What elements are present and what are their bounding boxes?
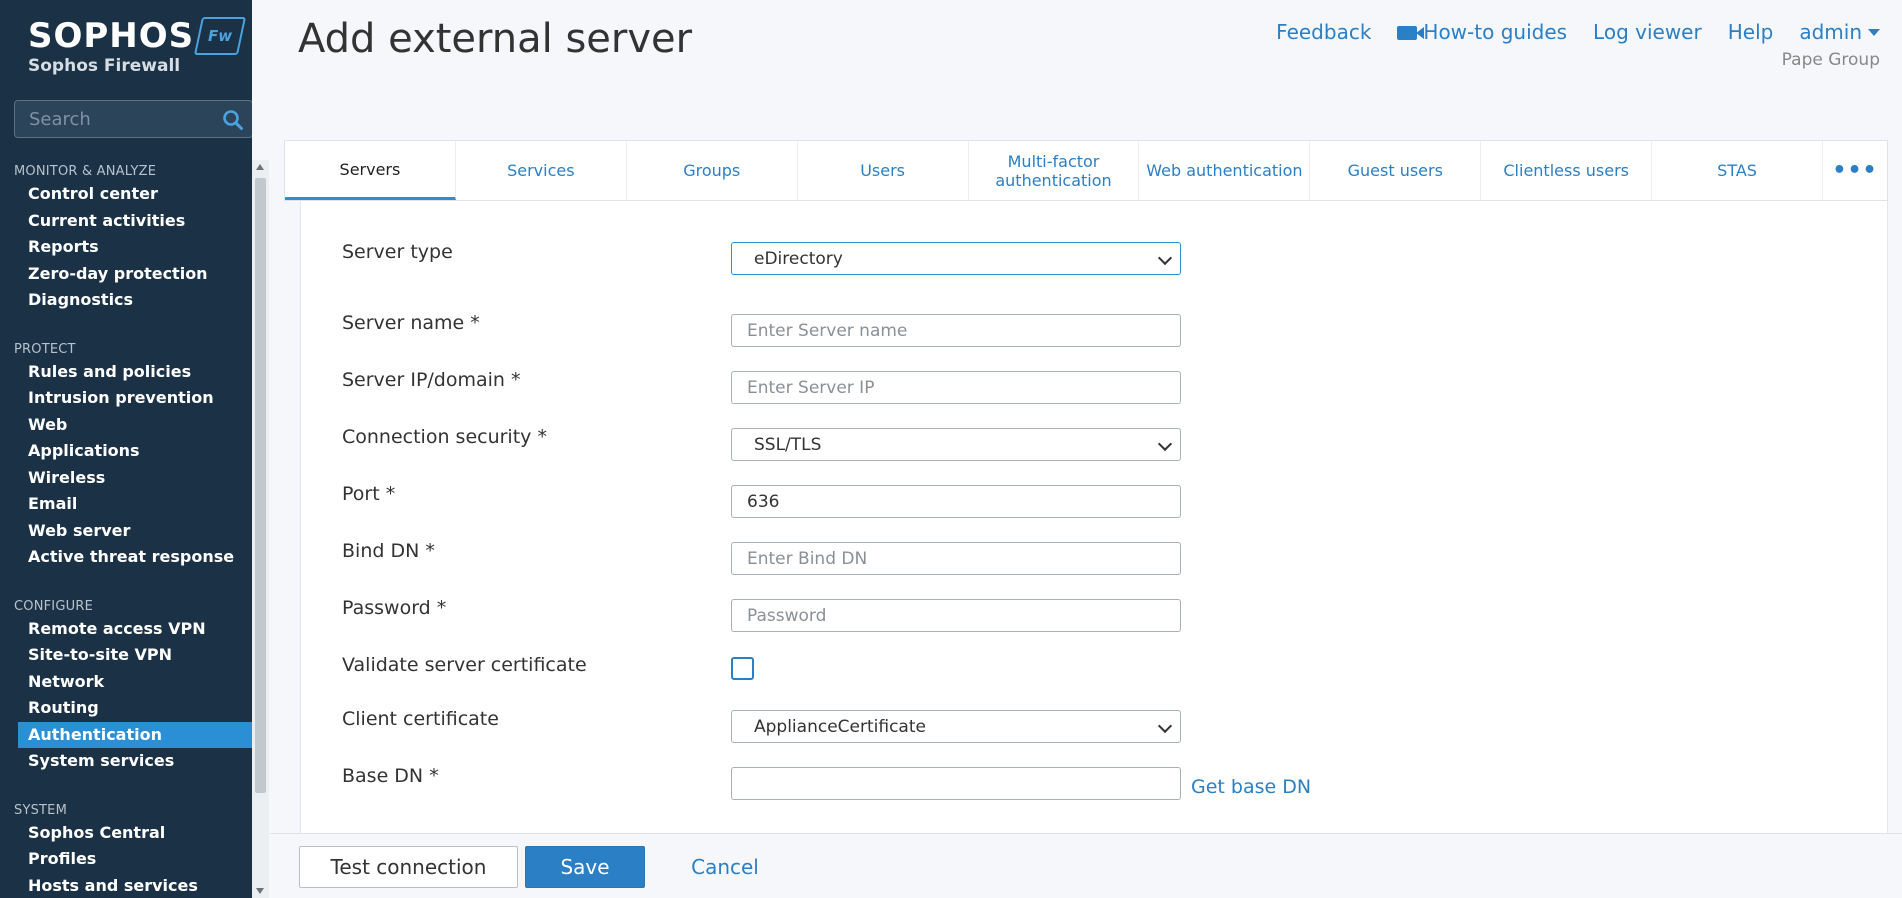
nav-item-email[interactable]: Email [0, 491, 252, 518]
nav-item-site-to-site-vpn[interactable]: Site-to-site VPN [0, 642, 252, 669]
base-dn-input[interactable] [731, 767, 1181, 800]
chevron-down-icon [1157, 718, 1173, 734]
client-cert-select[interactable]: ApplianceCertificate [731, 710, 1181, 743]
howto-guides-link[interactable]: How-to guides [1397, 20, 1567, 44]
nav-item-system-services[interactable]: System services [0, 748, 252, 775]
test-connection-button[interactable]: Test connection [299, 846, 518, 888]
tab-services[interactable]: Services [456, 141, 627, 200]
top-links: Feedback How-to guides Log viewer Help a… [1276, 20, 1880, 44]
feedback-link[interactable]: Feedback [1276, 20, 1371, 44]
client-cert-label: Client certificate [342, 708, 499, 730]
server-type-label: Server type [342, 241, 453, 263]
more-tabs-icon[interactable]: ••• [1823, 141, 1887, 200]
tab-multi-factor-authentication[interactable]: Multi-factor authentication [969, 141, 1140, 200]
port-input[interactable] [731, 485, 1181, 518]
tab-guest-users[interactable]: Guest users [1310, 141, 1482, 200]
nav-item-diagnostics[interactable]: Diagnostics [0, 287, 252, 314]
nav-item-rules-and-policies[interactable]: Rules and policies [0, 359, 252, 386]
base-dn-label: Base DN * [342, 765, 439, 787]
server-name-label: Server name * [342, 312, 480, 334]
tab-clientless-users[interactable]: Clientless users [1481, 141, 1653, 200]
form-footer: Test connection Save Cancel [270, 833, 1902, 898]
nav-section-title: PROTECT [14, 341, 76, 357]
scroll-up-arrow-icon[interactable] [256, 164, 264, 170]
server-ip-label: Server IP/domain * [342, 369, 521, 391]
connection-security-label: Connection security * [342, 426, 547, 448]
nav-section-title: MONITOR & ANALYZE [14, 164, 157, 179]
bind-dn-label: Bind DN * [342, 540, 435, 562]
user-name: admin [1799, 20, 1862, 44]
nav-section-title: SYSTEM [14, 802, 68, 818]
validate-cert-label: Validate server certificate [342, 654, 587, 676]
nav-item-remote-access-vpn[interactable]: Remote access VPN [0, 616, 252, 643]
howto-guides-label: How-to guides [1423, 20, 1568, 44]
connection-security-value: SSL/TLS [754, 434, 822, 455]
nav-section-title: CONFIGURE [14, 598, 93, 614]
nav-item-network[interactable]: Network [0, 669, 252, 696]
nav-item-zero-day-protection[interactable]: Zero-day protection [0, 261, 252, 288]
video-camera-icon [1397, 26, 1425, 40]
nav-item-hosts-and-services[interactable]: Hosts and services [0, 873, 252, 898]
nav-item-applications[interactable]: Applications [0, 438, 252, 465]
brand-product: Sophos Firewall [28, 56, 181, 76]
search-icon[interactable] [222, 109, 244, 131]
scroll-thumb[interactable] [255, 178, 266, 793]
password-input[interactable] [731, 599, 1181, 632]
nav-item-active-threat-response[interactable]: Active threat response [0, 544, 252, 571]
server-type-select[interactable]: eDirectory [731, 242, 1181, 275]
log-viewer-link[interactable]: Log viewer [1593, 20, 1702, 44]
tab-stas[interactable]: STAS [1652, 141, 1824, 200]
help-link[interactable]: Help [1728, 20, 1774, 44]
search-input[interactable] [15, 101, 252, 137]
cancel-button[interactable]: Cancel [670, 846, 780, 888]
nav-item-wireless[interactable]: Wireless [0, 465, 252, 492]
nav-item-web-server[interactable]: Web server [0, 518, 252, 545]
chevron-down-icon [1157, 250, 1173, 266]
nav-item-reports[interactable]: Reports [0, 234, 252, 261]
main-nav: MONITOR & ANALYZE Control center Current… [0, 158, 252, 898]
badge-label: Fw [207, 27, 233, 45]
server-ip-input[interactable] [731, 371, 1181, 404]
password-label: Password * [342, 597, 447, 619]
nav-item-sophos-central[interactable]: Sophos Central [0, 820, 252, 847]
nav-item-authentication[interactable]: Authentication [18, 721, 252, 748]
brand-name: SOPHOS [28, 16, 195, 56]
get-base-dn-link[interactable]: Get base DN [1191, 776, 1311, 798]
organization-name: Pape Group [1781, 50, 1880, 70]
scroll-down-arrow-icon[interactable] [256, 888, 264, 894]
firewall-badge-icon: Fw [193, 17, 247, 55]
user-menu[interactable]: admin [1799, 20, 1880, 44]
sidebar: SOPHOS Sophos Firewall Fw MONITOR & ANAL… [0, 0, 252, 898]
tab-groups[interactable]: Groups [627, 141, 798, 200]
nav-item-routing[interactable]: Routing [0, 695, 252, 722]
server-name-input[interactable] [731, 314, 1181, 347]
tab-users[interactable]: Users [798, 141, 969, 200]
client-cert-value: ApplianceCertificate [754, 716, 926, 737]
search-box [14, 100, 252, 138]
port-label: Port * [342, 483, 396, 505]
page-title: Add external server [298, 16, 693, 62]
brand-logo: SOPHOS Sophos Firewall [28, 18, 194, 76]
chevron-down-icon [1157, 436, 1173, 452]
nav-item-intrusion-prevention[interactable]: Intrusion prevention [0, 385, 252, 412]
nav-item-web[interactable]: Web [0, 412, 252, 439]
caret-down-icon [1868, 29, 1880, 36]
validate-cert-checkbox[interactable] [731, 657, 754, 680]
sidebar-scrollbar[interactable] [252, 160, 269, 898]
tab-servers[interactable]: Servers [285, 141, 456, 200]
nav-item-profiles[interactable]: Profiles [0, 846, 252, 873]
bind-dn-input[interactable] [731, 542, 1181, 575]
nav-item-control-center[interactable]: Control center [0, 181, 252, 208]
tab-web-authentication[interactable]: Web authentication [1139, 141, 1311, 200]
server-type-value: eDirectory [754, 248, 843, 269]
tab-bar: Servers Services Groups Users Multi-fact… [284, 140, 1888, 201]
save-button[interactable]: Save [525, 846, 645, 888]
nav-item-current-activities[interactable]: Current activities [0, 208, 252, 235]
connection-security-select[interactable]: SSL/TLS [731, 428, 1181, 461]
